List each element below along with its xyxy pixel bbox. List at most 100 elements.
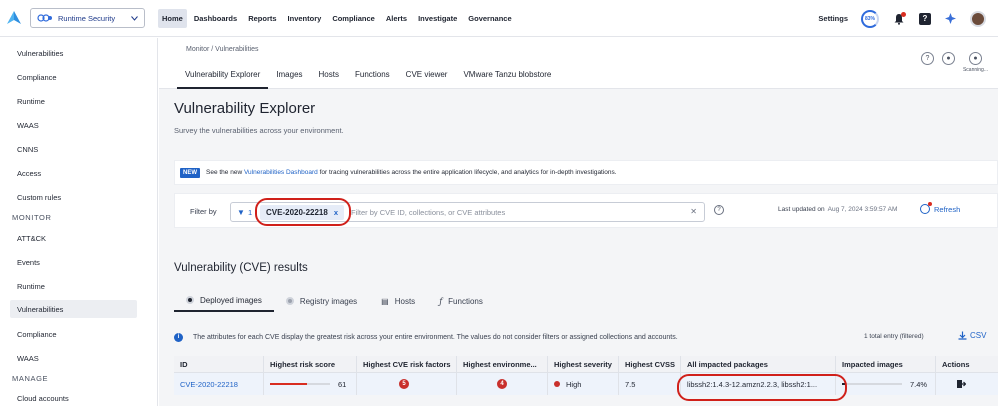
- tab-images[interactable]: Images: [268, 69, 310, 89]
- sidebar-item-cloud-accounts[interactable]: Cloud accounts: [17, 394, 69, 403]
- sidebar-item-custom-rules[interactable]: Custom rules: [17, 193, 61, 202]
- nav-investigate[interactable]: Investigate: [414, 9, 461, 28]
- tab-vulnerability-explorer[interactable]: Vulnerability Explorer: [177, 69, 269, 89]
- nav-home[interactable]: Home: [158, 8, 187, 28]
- sidebar-item-events[interactable]: Events: [17, 258, 40, 267]
- sub-header: Monitor / Vulnerabilities Vulnerability …: [159, 38, 998, 89]
- tab-results-functions[interactable]: ƒ Functions: [427, 290, 495, 312]
- hosts-server-icon: ▤: [381, 296, 389, 306]
- notice-text-after: for tracing vulnerabilities across the e…: [319, 169, 617, 176]
- scan-icon[interactable]: ●: [968, 52, 982, 65]
- severity-value: High: [566, 379, 582, 389]
- notification-dot: [901, 11, 906, 17]
- page-subtitle: Survey the vulnerabilities across your e…: [174, 126, 344, 135]
- packages-highlight-annotation: [677, 374, 847, 401]
- top-right-controls: Settings 83% ?: [818, 0, 986, 37]
- ai-sparkle-icon[interactable]: [944, 12, 957, 25]
- column-header-impacted-images[interactable]: Impacted images: [836, 356, 936, 372]
- sidebar-item-vulnerabilities[interactable]: Vulnerabilities: [17, 49, 63, 58]
- page-tabs: Vulnerability Explorer Images Hosts Func…: [177, 69, 559, 89]
- tab-cve-viewer[interactable]: CVE viewer: [398, 69, 456, 89]
- last-updated: Last updated on Aug 7, 2024 3:59:57 AM: [778, 206, 897, 213]
- sidebar-item-runtime[interactable]: Runtime: [17, 97, 45, 106]
- nav-compliance[interactable]: Compliance: [328, 9, 379, 28]
- tab-results-hosts[interactable]: ▤ Hosts: [369, 290, 427, 312]
- alert-bell-icon[interactable]: ●: [941, 52, 955, 65]
- sidebar-item-cnns[interactable]: CNNS: [17, 145, 38, 154]
- tab-deployed-images[interactable]: Deployed images: [174, 290, 274, 312]
- notifications-bell-icon[interactable]: [892, 11, 906, 26]
- page-help-icon[interactable]: ?: [920, 52, 934, 65]
- sidebar-item-compliance[interactable]: Compliance: [17, 73, 57, 82]
- tab-functions[interactable]: Functions: [347, 69, 398, 89]
- tab-deployed-images-label: Deployed images: [200, 295, 262, 305]
- sidebar-item-monitor-runtime[interactable]: Runtime: [17, 282, 45, 291]
- sidebar-item-waas[interactable]: WAAS: [17, 121, 39, 130]
- action-export-icon[interactable]: [956, 379, 966, 389]
- risk-score-value: 61: [338, 379, 347, 389]
- column-header-risk-score[interactable]: Highest risk score: [264, 356, 357, 372]
- download-icon: [958, 331, 967, 340]
- risk-factors-badge[interactable]: 5: [399, 379, 409, 389]
- column-header-cvss[interactable]: Highest CVSS: [619, 356, 681, 372]
- nav-governance[interactable]: Governance: [464, 9, 515, 28]
- tab-hosts[interactable]: Hosts: [311, 69, 347, 89]
- csv-label: CSV: [970, 331, 987, 340]
- sidebar: Vulnerabilities Compliance Runtime WAAS …: [0, 38, 158, 406]
- impacted-images-bar: [842, 383, 902, 385]
- nav-reports[interactable]: Reports: [244, 9, 280, 28]
- filter-input-placeholder[interactable]: Filter by CVE ID, collections, or CVE at…: [351, 208, 505, 217]
- table-row[interactable]: CVE-2020-22218 61 5 4 High 7.5 libssh2:1…: [174, 373, 998, 395]
- functions-icon: ƒ: [439, 296, 443, 306]
- license-gauge[interactable]: 83%: [861, 9, 879, 28]
- environment-cell: 4: [457, 373, 548, 395]
- app-logo-icon[interactable]: [6, 10, 22, 26]
- scanning-label: Scanning...: [962, 67, 988, 73]
- refresh-icon: [920, 202, 932, 214]
- actions-cell: [936, 373, 998, 395]
- refresh-button[interactable]: Refresh: [920, 202, 960, 214]
- column-header-environment[interactable]: Highest environme...: [457, 356, 548, 372]
- product-selector[interactable]: Runtime Security: [30, 8, 145, 28]
- help-icon[interactable]: ?: [919, 12, 931, 25]
- sidebar-item-attack[interactable]: ATT&CK: [17, 234, 46, 243]
- sidebar-item-access[interactable]: Access: [17, 169, 41, 178]
- info-row: i The attributes for each CVE display th…: [174, 329, 998, 345]
- notice-text-before: See the new: [206, 169, 243, 176]
- clear-filter-icon[interactable]: ✕: [690, 207, 697, 216]
- csv-export-button[interactable]: CSV: [958, 331, 986, 340]
- column-header-severity[interactable]: Highest severity: [548, 356, 619, 372]
- new-badge: NEW: [180, 167, 200, 178]
- nav-dashboards[interactable]: Dashboards: [190, 9, 241, 28]
- filter-help-icon[interactable]: ?: [714, 205, 724, 215]
- results-title: Vulnerability (CVE) results: [174, 262, 308, 274]
- impacted-images-cell: 7.4%: [836, 373, 936, 395]
- nav-alerts[interactable]: Alerts: [382, 9, 411, 28]
- user-avatar[interactable]: [970, 10, 986, 27]
- product-icon: [37, 14, 52, 22]
- registry-images-radio-icon: [285, 297, 294, 305]
- sidebar-item-monitor-vulnerabilities[interactable]: Vulnerabilities: [10, 300, 137, 318]
- column-header-id[interactable]: ID: [174, 356, 264, 372]
- tab-vmware-tanzu-blobstore[interactable]: VMware Tanzu blobstore: [455, 69, 559, 89]
- page-title: Vulnerability Explorer: [174, 100, 316, 117]
- vulnerabilities-dashboard-link[interactable]: Vulnerabilities Dashboard: [244, 169, 318, 176]
- settings-link[interactable]: Settings: [818, 14, 848, 23]
- product-selector-label: Runtime Security: [58, 13, 116, 23]
- filter-funnel-icon: ▼: [237, 208, 245, 217]
- tab-registry-images[interactable]: Registry images: [274, 290, 369, 312]
- nav-inventory[interactable]: Inventory: [284, 9, 326, 28]
- sidebar-item-monitor-waas[interactable]: WAAS: [17, 354, 39, 363]
- cve-id-link[interactable]: CVE-2020-22218: [174, 373, 264, 395]
- column-header-risk-factors[interactable]: Highest CVE risk factors: [357, 356, 457, 372]
- column-header-packages[interactable]: All impacted packages: [681, 356, 836, 372]
- new-dashboard-notice: NEW See the new Vulnerabilities Dashboar…: [174, 160, 998, 185]
- sidebar-section-monitor: MONITOR: [12, 213, 52, 222]
- risk-score-bar: [270, 383, 330, 385]
- risk-score-cell: 61: [264, 373, 357, 395]
- chevron-down-icon: [131, 15, 138, 21]
- chip-highlight-annotation: [255, 198, 351, 226]
- main-nav: Home Dashboards Reports Inventory Compli…: [158, 8, 519, 28]
- sidebar-item-monitor-compliance[interactable]: Compliance: [17, 330, 57, 339]
- environment-badge[interactable]: 4: [497, 379, 507, 389]
